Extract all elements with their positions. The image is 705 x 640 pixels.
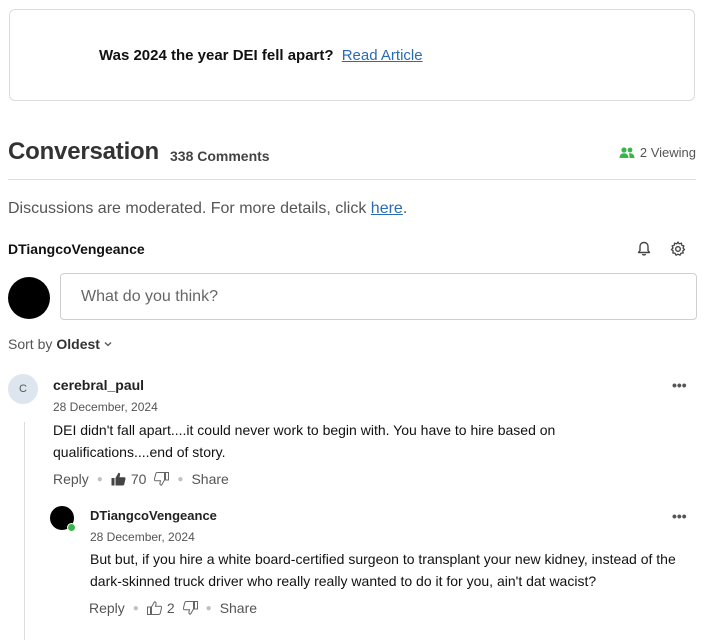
viewing-label: 2 Viewing [639, 145, 696, 160]
comment-count: 338 Comments [170, 148, 270, 164]
sort-value: Oldest [56, 336, 100, 352]
share-button[interactable]: Share [191, 471, 228, 487]
bell-icon [637, 241, 651, 256]
thumbs-up-icon [111, 472, 126, 486]
like-count: 2 [166, 600, 175, 616]
online-status-dot [67, 523, 76, 532]
like-button[interactable]: 70 [111, 471, 147, 487]
dislike-button[interactable] [154, 472, 170, 486]
read-article-link[interactable]: Read Article [342, 47, 423, 64]
moderation-suffix: . [402, 200, 408, 217]
sort-prefix: Sort by [8, 336, 53, 352]
separator-dot: ● [96, 473, 103, 485]
comment-author[interactable]: cerebral_paul [53, 377, 144, 393]
conversation-header: Conversation 338 Comments 2 Viewing [8, 138, 696, 168]
current-user-row: DTiangcoVengeance [8, 240, 696, 260]
viewing-indicator: 2 Viewing [619, 145, 696, 160]
comment-body: But but, if you hire a white board-certi… [90, 551, 676, 589]
comment-actions: Reply ● 70 ● Share [53, 471, 229, 487]
like-count: 70 [130, 471, 147, 487]
separator-dot: ● [177, 473, 184, 485]
moderation-notice: Discussions are moderated. For more deta… [8, 200, 407, 218]
header-divider [8, 179, 696, 180]
comment-author[interactable]: DTiangcoVengeance [90, 508, 217, 523]
article-card: Was 2024 the year DEI fell apart? Read A… [9, 9, 695, 101]
reply-button[interactable]: Reply [89, 600, 125, 616]
dislike-button[interactable] [182, 601, 198, 615]
comment-input[interactable] [60, 273, 697, 320]
current-user-name: DTiangcoVengeance [8, 241, 145, 257]
chevron-down-icon [104, 342, 112, 347]
share-button[interactable]: Share [220, 600, 257, 616]
thumbs-down-icon [154, 472, 170, 486]
comment-actions: Reply ● 2 ● Share [89, 600, 257, 616]
separator-dot: ● [205, 602, 212, 614]
current-user-avatar [8, 277, 50, 319]
thumbs-down-icon [182, 601, 198, 615]
comment-date: 28 December, 2024 [53, 400, 158, 414]
comment-date: 28 December, 2024 [90, 530, 195, 544]
reply-button[interactable]: Reply [53, 471, 89, 487]
comment-body: DEI didn't fall apart....it could never … [53, 422, 556, 460]
reply-comment-item: DTiangcoVengeance ••• 28 December, 2024 … [50, 506, 698, 626]
thumbs-up-icon [146, 601, 162, 615]
moderation-text: Discussions are moderated. For more deta… [8, 200, 371, 217]
avatar: C [8, 374, 38, 404]
notifications-button[interactable] [635, 240, 653, 258]
comment-more-button[interactable]: ••• [672, 508, 687, 524]
separator-dot: ● [132, 602, 139, 614]
comment-more-button[interactable]: ••• [672, 377, 687, 393]
settings-button[interactable] [669, 240, 687, 258]
users-icon [619, 146, 635, 158]
article-title: Was 2024 the year DEI fell apart? [99, 47, 334, 64]
avatar-initial: C [19, 383, 27, 395]
article-headline: Was 2024 the year DEI fell apart? Read A… [99, 47, 423, 64]
conversation-title: Conversation [8, 138, 159, 165]
like-button[interactable]: 2 [146, 600, 175, 616]
moderation-details-link[interactable]: here [371, 200, 403, 217]
sort-dropdown[interactable]: Sort by Oldest [8, 336, 112, 352]
comment-item: C cerebral_paul ••• 28 December, 2024 DE… [8, 374, 698, 494]
gear-icon [670, 241, 686, 256]
